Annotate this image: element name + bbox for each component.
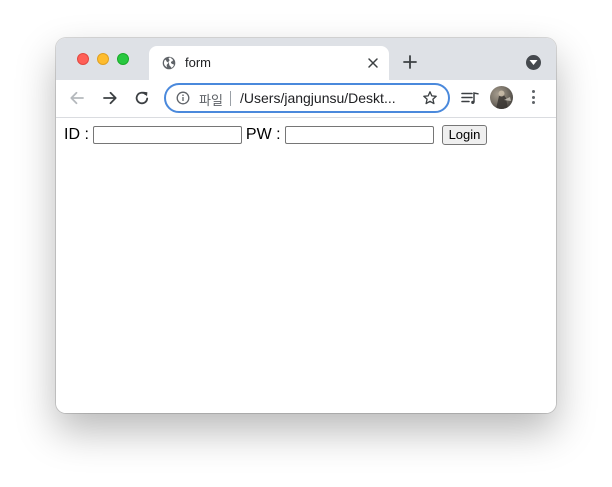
address-bar[interactable]: 파일 /Users/jangjunsu/Deskt... bbox=[164, 83, 450, 113]
tab-title: form bbox=[185, 55, 211, 70]
window-minimize-button[interactable] bbox=[97, 53, 109, 65]
scheme-label: 파일 bbox=[199, 94, 223, 109]
bookmark-star-icon[interactable] bbox=[422, 90, 438, 106]
info-icon[interactable] bbox=[176, 91, 190, 105]
tab-form[interactable]: form bbox=[149, 46, 389, 80]
avatar-image bbox=[496, 90, 511, 109]
id-label: ID : bbox=[64, 126, 89, 143]
id-input[interactable] bbox=[92, 126, 242, 144]
pw-input[interactable] bbox=[284, 126, 434, 144]
new-tab-plus-icon[interactable] bbox=[403, 55, 417, 69]
tab-search-button[interactable] bbox=[526, 55, 541, 70]
back-arrow-icon[interactable] bbox=[68, 89, 86, 107]
page-content: ID : PW : Login bbox=[56, 118, 556, 413]
browser-window: form 파일 /Users/jangjunsu/Deskt... ID: P… bbox=[56, 38, 556, 413]
login-form: ID : PW : Login bbox=[64, 124, 488, 146]
profile-avatar[interactable] bbox=[490, 86, 513, 109]
pw-label: PW : bbox=[245, 126, 281, 143]
globe-icon bbox=[162, 56, 176, 70]
more-menu-icon[interactable] bbox=[528, 90, 538, 106]
window-maximize-button[interactable] bbox=[117, 53, 129, 65]
window-close-button[interactable] bbox=[77, 53, 89, 65]
reload-icon[interactable] bbox=[133, 89, 151, 107]
chevron-down-icon bbox=[529, 60, 538, 65]
login-button[interactable]: Login bbox=[441, 125, 488, 145]
forward-arrow-icon[interactable] bbox=[101, 89, 119, 107]
browser-toolbar: 파일 /Users/jangjunsu/Deskt... bbox=[56, 80, 556, 118]
close-icon[interactable] bbox=[367, 57, 379, 69]
url-text[interactable]: /Users/jangjunsu/Deskt... bbox=[240, 90, 396, 106]
tab-strip: form bbox=[56, 38, 556, 80]
media-queue-icon[interactable] bbox=[461, 90, 479, 106]
omnibox-divider bbox=[230, 91, 231, 106]
